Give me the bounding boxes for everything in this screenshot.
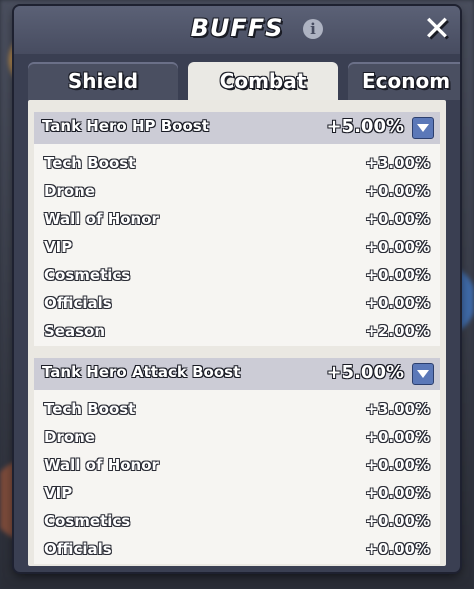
buff-list[interactable]: Tank Hero HP Boost +5.00% Tech Boost +3.0… [28, 100, 446, 566]
buff-value: +0.00% [365, 182, 430, 200]
buff-source-label: VIP [44, 238, 73, 256]
tab-bar: Shield Combat Econom [28, 62, 460, 102]
buff-value: +3.00% [365, 400, 430, 418]
section-rows: Tech Boost +3.00% Drone +0.00% Wall of Hon… [34, 144, 440, 346]
list-item: Season +2.00% [34, 318, 440, 346]
buff-source-label: Cosmetics [44, 266, 131, 284]
list-item: Officials +0.00% [34, 290, 440, 318]
list-item: VIP +0.00% [34, 480, 440, 508]
dialog-title: BUFFS [190, 14, 284, 42]
list-item: Drone +0.00% [34, 178, 440, 206]
list-item: Tech Boost +3.00% [34, 396, 440, 424]
tab-shield[interactable]: Shield [28, 62, 178, 100]
buff-value: +0.00% [365, 266, 430, 284]
section-header[interactable]: Tank Hero Attack Boost +5.00% [34, 358, 440, 390]
buff-value: +0.00% [365, 210, 430, 228]
buff-source-label: Officials [44, 540, 112, 558]
list-item: VIP +0.00% [34, 234, 440, 262]
section-attack-boost: Tank Hero Attack Boost +5.00% Tech Boost… [34, 358, 440, 564]
buff-source-label: Drone [44, 182, 96, 200]
list-item: Drone +0.00% [34, 424, 440, 452]
tab-combat[interactable]: Combat [188, 62, 338, 100]
buff-source-label: Season [44, 322, 106, 340]
chevron-down-icon[interactable] [412, 363, 434, 385]
section-title: Tank Hero Attack Boost [42, 363, 241, 381]
buff-value: +0.00% [365, 512, 430, 530]
chevron-down-icon[interactable] [412, 117, 434, 139]
section-total: +5.00% [326, 116, 404, 137]
buff-source-label: Tech Boost [44, 154, 136, 172]
buff-value: +0.00% [365, 238, 430, 256]
title-bar: BUFFS i ✕ [14, 6, 460, 54]
buff-value: +0.00% [365, 456, 430, 474]
list-item: Cosmetics +0.00% [34, 262, 440, 290]
section-hp-boost: Tank Hero HP Boost +5.00% Tech Boost +3.0… [34, 112, 440, 346]
list-item: Wall of Honor +0.00% [34, 206, 440, 234]
list-item: Cosmetics +0.00% [34, 508, 440, 536]
buff-value: +0.00% [365, 294, 430, 312]
buff-value: +0.00% [365, 428, 430, 446]
buff-value: +2.00% [365, 322, 430, 340]
section-header[interactable]: Tank Hero HP Boost +5.00% [34, 112, 440, 144]
section-total: +5.00% [326, 362, 404, 383]
list-item: Officials +0.00% [34, 536, 440, 564]
buff-source-label: VIP [44, 484, 73, 502]
section-title: Tank Hero HP Boost [42, 117, 209, 135]
buff-source-label: Wall of Honor [44, 210, 159, 228]
info-icon[interactable]: i [303, 19, 323, 39]
list-item: Wall of Honor +0.00% [34, 452, 440, 480]
buff-source-label: Officials [44, 294, 112, 312]
buff-value: +0.00% [365, 484, 430, 502]
tab-economy[interactable]: Econom [348, 62, 460, 100]
list-item: Tech Boost +3.00% [34, 150, 440, 178]
section-rows: Tech Boost +3.00% Drone +0.00% Wall of Hon… [34, 390, 440, 564]
buff-source-label: Tech Boost [44, 400, 136, 418]
close-icon[interactable]: ✕ [422, 12, 452, 46]
buffs-dialog: BUFFS i ✕ Shield Combat Econom Tank Hero… [14, 6, 460, 572]
buff-source-label: Cosmetics [44, 512, 131, 530]
buff-value: +0.00% [365, 540, 430, 558]
buff-source-label: Drone [44, 428, 96, 446]
buff-value: +3.00% [365, 154, 430, 172]
buff-source-label: Wall of Honor [44, 456, 159, 474]
